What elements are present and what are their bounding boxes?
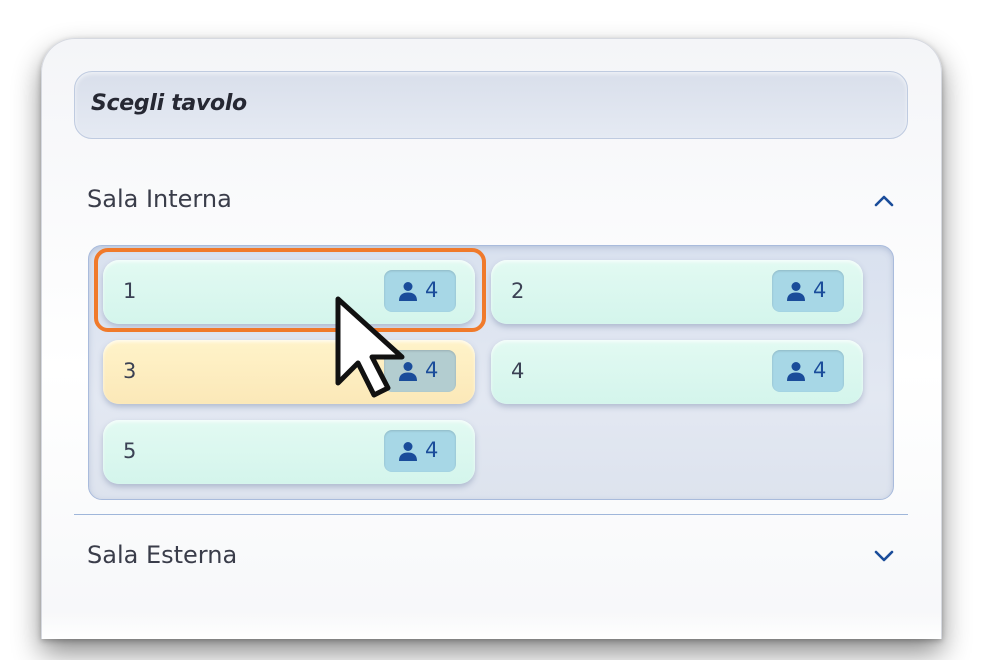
table-button-4[interactable]: 4 4 — [491, 340, 863, 404]
section-label[interactable]: Sala Interna — [87, 185, 232, 213]
table-button-5[interactable]: 5 4 — [103, 420, 475, 484]
person-icon — [787, 362, 805, 381]
person-icon — [399, 442, 417, 461]
table-number: 3 — [123, 359, 137, 383]
seat-badge: 4 — [384, 350, 456, 392]
seat-badge: 4 — [384, 430, 456, 472]
person-icon — [787, 282, 805, 301]
table-picker-card: Scegli tavolo Sala Interna 1 4 2 4 3 4 4… — [41, 38, 942, 639]
table-number: 4 — [511, 359, 525, 383]
card-fade — [42, 611, 941, 639]
table-button-2[interactable]: 2 4 — [491, 260, 863, 324]
seat-badge: 4 — [772, 270, 844, 312]
table-number: 5 — [123, 439, 137, 463]
table-button-1[interactable]: 1 4 — [103, 260, 475, 324]
chevron-down-icon[interactable] — [871, 543, 897, 569]
section-label[interactable]: Sala Esterna — [87, 541, 237, 569]
seat-count: 4 — [425, 278, 439, 302]
seat-count: 4 — [813, 358, 827, 382]
table-number: 1 — [123, 279, 137, 303]
person-icon — [399, 282, 417, 301]
seat-count: 4 — [425, 358, 439, 382]
seat-badge: 4 — [384, 270, 456, 312]
table-button-3[interactable]: 3 4 — [103, 340, 475, 404]
table-number: 2 — [511, 279, 525, 303]
seat-count: 4 — [425, 438, 439, 462]
chevron-up-icon[interactable] — [871, 188, 897, 214]
panel-title: Scegli tavolo — [91, 91, 247, 116]
tables-grid: 1 4 2 4 3 4 4 4 5 4 — [88, 245, 894, 500]
panel-header: Scegli tavolo — [74, 71, 908, 139]
section-divider — [74, 514, 908, 515]
seat-count: 4 — [813, 278, 827, 302]
seat-badge: 4 — [772, 350, 844, 392]
person-icon — [399, 362, 417, 381]
